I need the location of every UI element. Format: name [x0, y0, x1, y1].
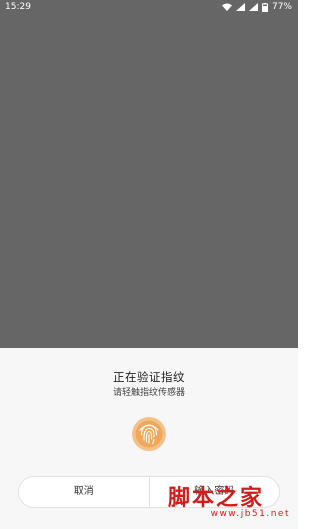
signal-icon: [248, 3, 258, 11]
watermark-logo: 脚本之家: [168, 485, 265, 511]
battery-icon: [261, 2, 268, 12]
status-time: 15:29: [5, 2, 31, 12]
battery-percent: 77%: [271, 2, 292, 12]
signal-icon: [235, 3, 245, 11]
cancel-button[interactable]: 取消: [19, 477, 149, 507]
status-bar: 15:29 77%: [0, 0, 298, 14]
watermark: 脚本之家 www.jb51.net: [158, 480, 290, 524]
dialog-title: 正在验证指纹: [113, 370, 185, 384]
status-icons: 77%: [221, 0, 292, 14]
dim-overlay[interactable]: [0, 14, 298, 348]
wifi-icon: [221, 3, 232, 11]
screen: 15:29 77% 正在验证指纹 请轻触指纹传感器 取消 输入密码 脚本之家 w…: [0, 0, 298, 529]
dialog-subtitle: 请轻触指纹传感器: [112, 388, 185, 398]
watermark-url: www.jb51.net: [210, 509, 290, 519]
fingerprint-icon: [132, 417, 166, 451]
